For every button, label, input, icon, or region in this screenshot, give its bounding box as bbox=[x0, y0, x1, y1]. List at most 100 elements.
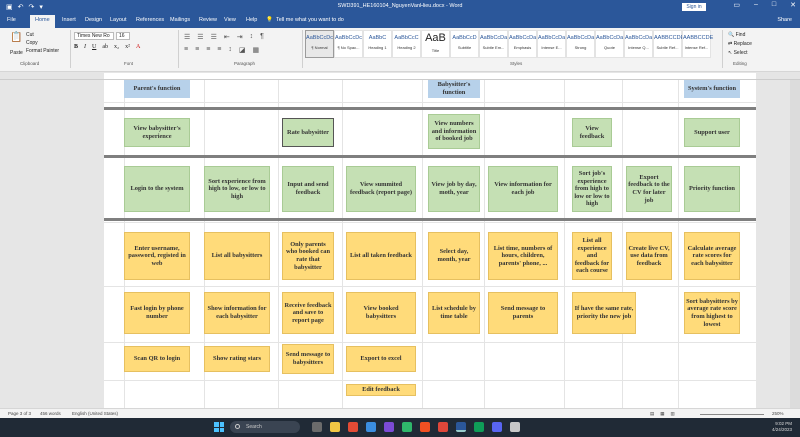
sort-icon[interactable]: ↕ bbox=[250, 33, 254, 41]
app-icon[interactable] bbox=[348, 422, 358, 432]
function-box-yellow: Enter username, password, registed in we… bbox=[124, 232, 190, 280]
page-count[interactable]: Page 3 of 3 bbox=[8, 411, 31, 416]
tell-me-search[interactable]: Tell me what you want to do bbox=[276, 17, 344, 23]
customize-icon[interactable]: ▾ bbox=[39, 3, 43, 11]
maximize-icon[interactable]: □ bbox=[772, 1, 776, 9]
windows-start-icon[interactable] bbox=[214, 422, 224, 432]
close-icon[interactable]: ✕ bbox=[790, 1, 796, 9]
document-page[interactable]: Parent's function Babysitter's function … bbox=[104, 80, 756, 408]
format-painter-button[interactable]: Format Painter bbox=[26, 48, 59, 54]
subscript-button[interactable]: x₂ bbox=[114, 44, 119, 50]
italic-button[interactable]: I bbox=[84, 44, 86, 50]
function-box-yellow: Export to excel bbox=[346, 346, 416, 372]
sign-in-button[interactable]: Sign in bbox=[682, 3, 706, 11]
style-12[interactable]: AABBCCDE Subtle Ref... bbox=[653, 30, 684, 58]
bold-button[interactable]: B bbox=[74, 44, 78, 50]
show-marks-icon[interactable]: ¶ bbox=[260, 33, 264, 41]
app-icon[interactable] bbox=[420, 422, 430, 432]
tab-file[interactable]: File bbox=[7, 17, 16, 23]
app-icon[interactable] bbox=[474, 422, 484, 432]
save-icon[interactable]: ▣ bbox=[6, 3, 13, 11]
bullets-icon[interactable]: ☰ bbox=[184, 33, 190, 41]
tab-view[interactable]: View bbox=[224, 17, 236, 23]
style-10[interactable]: AaBbCcDa Quote bbox=[595, 30, 624, 58]
function-box-green: Input and send feedback bbox=[282, 166, 334, 212]
word-count[interactable]: 456 words bbox=[40, 411, 61, 416]
task-view-icon[interactable] bbox=[312, 422, 322, 432]
tab-insert[interactable]: Insert bbox=[62, 17, 76, 23]
tab-mailings[interactable]: Mailings bbox=[170, 17, 190, 23]
horizontal-ruler[interactable] bbox=[0, 72, 800, 80]
style-5[interactable]: AaBbCcD Subtitle bbox=[450, 30, 479, 58]
share-button[interactable]: Share bbox=[777, 17, 792, 23]
tab-design[interactable]: Design bbox=[85, 17, 102, 23]
font-color-button[interactable]: A bbox=[136, 44, 140, 50]
style-11[interactable]: AaBbCcDa Intense Q... bbox=[624, 30, 653, 58]
function-box-green[interactable]: Rate babysitter bbox=[282, 118, 334, 147]
numbering-icon[interactable]: ☰ bbox=[197, 33, 203, 41]
zoom-slider[interactable] bbox=[700, 414, 764, 415]
app-icon[interactable] bbox=[438, 422, 448, 432]
app-icon[interactable] bbox=[384, 422, 394, 432]
undo-icon[interactable]: ↶ bbox=[18, 3, 24, 11]
ribbon-display-icon[interactable]: ▭ bbox=[733, 1, 740, 9]
shading-icon[interactable]: ◪ bbox=[239, 46, 246, 54]
document-area[interactable]: Parent's function Babysitter's function … bbox=[0, 80, 800, 408]
align-center-icon[interactable]: ≡ bbox=[195, 46, 199, 54]
taskbar-search[interactable]: Search bbox=[230, 421, 300, 433]
app-icon[interactable] bbox=[510, 422, 520, 432]
style-6[interactable]: AaBbCcDa Subtle Em... bbox=[479, 30, 508, 58]
align-left-icon[interactable]: ≡ bbox=[184, 46, 188, 54]
style-7[interactable]: AaBbCcDa Emphasis bbox=[508, 30, 537, 58]
copy-button[interactable]: Copy bbox=[26, 40, 38, 46]
style-13[interactable]: AABBCCDE Intense Ref... bbox=[682, 30, 713, 58]
paste-icon[interactable]: 📋 bbox=[10, 32, 22, 43]
strikethrough-button[interactable]: ab bbox=[102, 44, 108, 50]
borders-icon[interactable]: ▦ bbox=[253, 46, 260, 54]
file-explorer-icon[interactable] bbox=[330, 422, 340, 432]
zoom-level[interactable]: 250% bbox=[772, 411, 784, 416]
align-right-icon[interactable]: ≡ bbox=[206, 46, 210, 54]
find-button[interactable]: 🔍 Find bbox=[728, 32, 745, 38]
edge-icon[interactable] bbox=[366, 422, 376, 432]
language-indicator[interactable]: English (United States) bbox=[72, 411, 118, 416]
increase-indent-icon[interactable]: ⇥ bbox=[237, 33, 243, 41]
function-box-green: View babysitter's experience bbox=[124, 118, 190, 147]
tab-help[interactable]: Help bbox=[246, 17, 257, 23]
select-button[interactable]: ↖ Select bbox=[728, 50, 748, 56]
system-clock[interactable]: 9:02 PM 4/24/2023 bbox=[772, 421, 792, 433]
redo-icon[interactable]: ↷ bbox=[29, 3, 35, 11]
cut-button[interactable]: Cut bbox=[26, 32, 34, 38]
word-window: ▣ ↶ ↷ ▾ SWD391_HE160104_NguyenVanHieu.do… bbox=[0, 0, 800, 437]
group-separator bbox=[70, 30, 71, 68]
font-name-box[interactable]: Times New Ro bbox=[74, 32, 114, 40]
word-taskbar-icon[interactable] bbox=[456, 422, 466, 432]
style-1[interactable]: AaBbCcDc ¶ No Spac... bbox=[334, 30, 363, 58]
tab-references[interactable]: References bbox=[136, 17, 164, 23]
view-mode-icons[interactable]: ▤▦▥ bbox=[650, 411, 681, 417]
minimize-icon[interactable]: – bbox=[754, 1, 758, 9]
line-spacing-icon[interactable]: ↕ bbox=[228, 46, 232, 54]
decrease-indent-icon[interactable]: ⇤ bbox=[224, 33, 230, 41]
style-8[interactable]: AaBbCcDa Intense E... bbox=[537, 30, 566, 58]
multilevel-list-icon[interactable]: ☰ bbox=[211, 33, 217, 41]
paste-button[interactable]: Paste bbox=[10, 50, 23, 56]
tab-layout[interactable]: Layout bbox=[110, 17, 127, 23]
style-4[interactable]: AaB Title bbox=[421, 30, 450, 58]
vertical-scrollbar[interactable] bbox=[790, 80, 800, 408]
app-icon[interactable] bbox=[492, 422, 502, 432]
underline-button[interactable]: U bbox=[92, 44, 96, 50]
replace-button[interactable]: ⇄ Replace bbox=[728, 41, 752, 47]
tab-home[interactable]: Home bbox=[30, 15, 55, 28]
style-3[interactable]: AaBbCcC Heading 2 bbox=[392, 30, 421, 58]
app-icon[interactable] bbox=[402, 422, 412, 432]
function-box-yellow: List all experience and feedback for eac… bbox=[572, 232, 612, 280]
superscript-button[interactable]: x² bbox=[125, 44, 130, 50]
font-size-box[interactable]: 16 bbox=[116, 32, 130, 40]
style-0[interactable]: AaBbCcDc ¶ Normal bbox=[305, 30, 334, 58]
style-2[interactable]: AaBbC Heading 1 bbox=[363, 30, 392, 58]
tab-review[interactable]: Review bbox=[199, 17, 217, 23]
style-9[interactable]: AaBbCcDa Strong bbox=[566, 30, 595, 58]
table-gridline bbox=[564, 80, 565, 408]
justify-icon[interactable]: ≡ bbox=[217, 46, 221, 54]
